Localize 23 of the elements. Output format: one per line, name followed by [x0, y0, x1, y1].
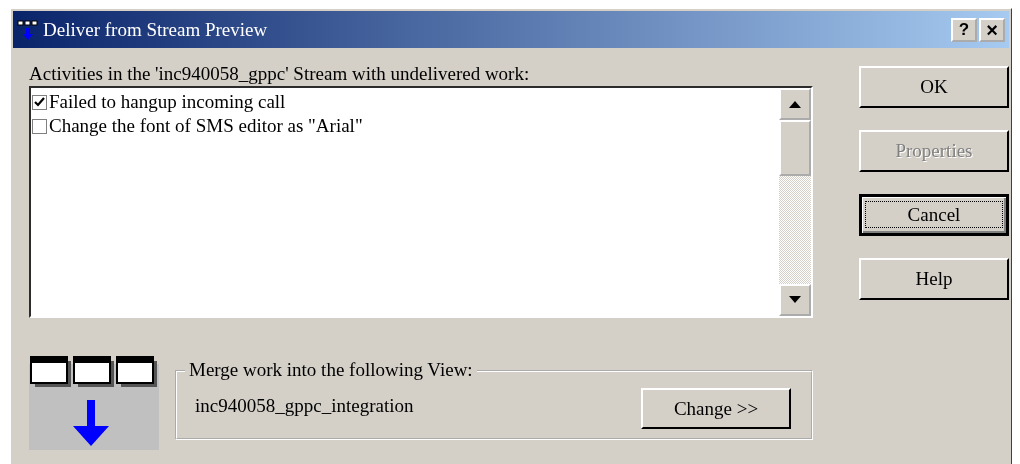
- group-label: Merge work into the following View:: [185, 359, 477, 381]
- activity-item[interactable]: Change the font of SMS editor as "Arial": [49, 115, 363, 137]
- dialog-button[interactable]: Help: [859, 258, 1009, 300]
- view-name: inc940058_gppc_integration: [195, 394, 414, 417]
- down-arrow-icon: [789, 296, 801, 304]
- window-icon: [17, 18, 39, 41]
- dialog-button[interactable]: Cancel: [859, 194, 1009, 236]
- scrollbar[interactable]: [779, 88, 811, 316]
- dialog-button[interactable]: OK: [859, 66, 1009, 108]
- activity-item[interactable]: Failed to hangup incoming call: [49, 91, 286, 113]
- scroll-thumb[interactable]: [779, 120, 811, 176]
- up-arrow-icon: [789, 100, 801, 108]
- window-title: Deliver from Stream Preview: [43, 18, 269, 41]
- checkbox[interactable]: [32, 94, 47, 110]
- list-label: Activities in the 'inc940058_gppc' Stream with undelivered work:: [29, 62, 531, 86]
- activity-list[interactable]: Failed to hangup incoming call Change the font of SMS editor as "Arial": [29, 86, 813, 318]
- change-button[interactable]: Change >>: [641, 388, 791, 429]
- scroll-up-button[interactable]: [779, 88, 811, 120]
- close-button[interactable]: ×: [979, 17, 1005, 42]
- checkbox[interactable]: [32, 118, 47, 134]
- deliver-icon: [29, 356, 159, 450]
- help-button[interactable]: ?: [951, 17, 977, 42]
- scroll-down-button[interactable]: [779, 284, 811, 316]
